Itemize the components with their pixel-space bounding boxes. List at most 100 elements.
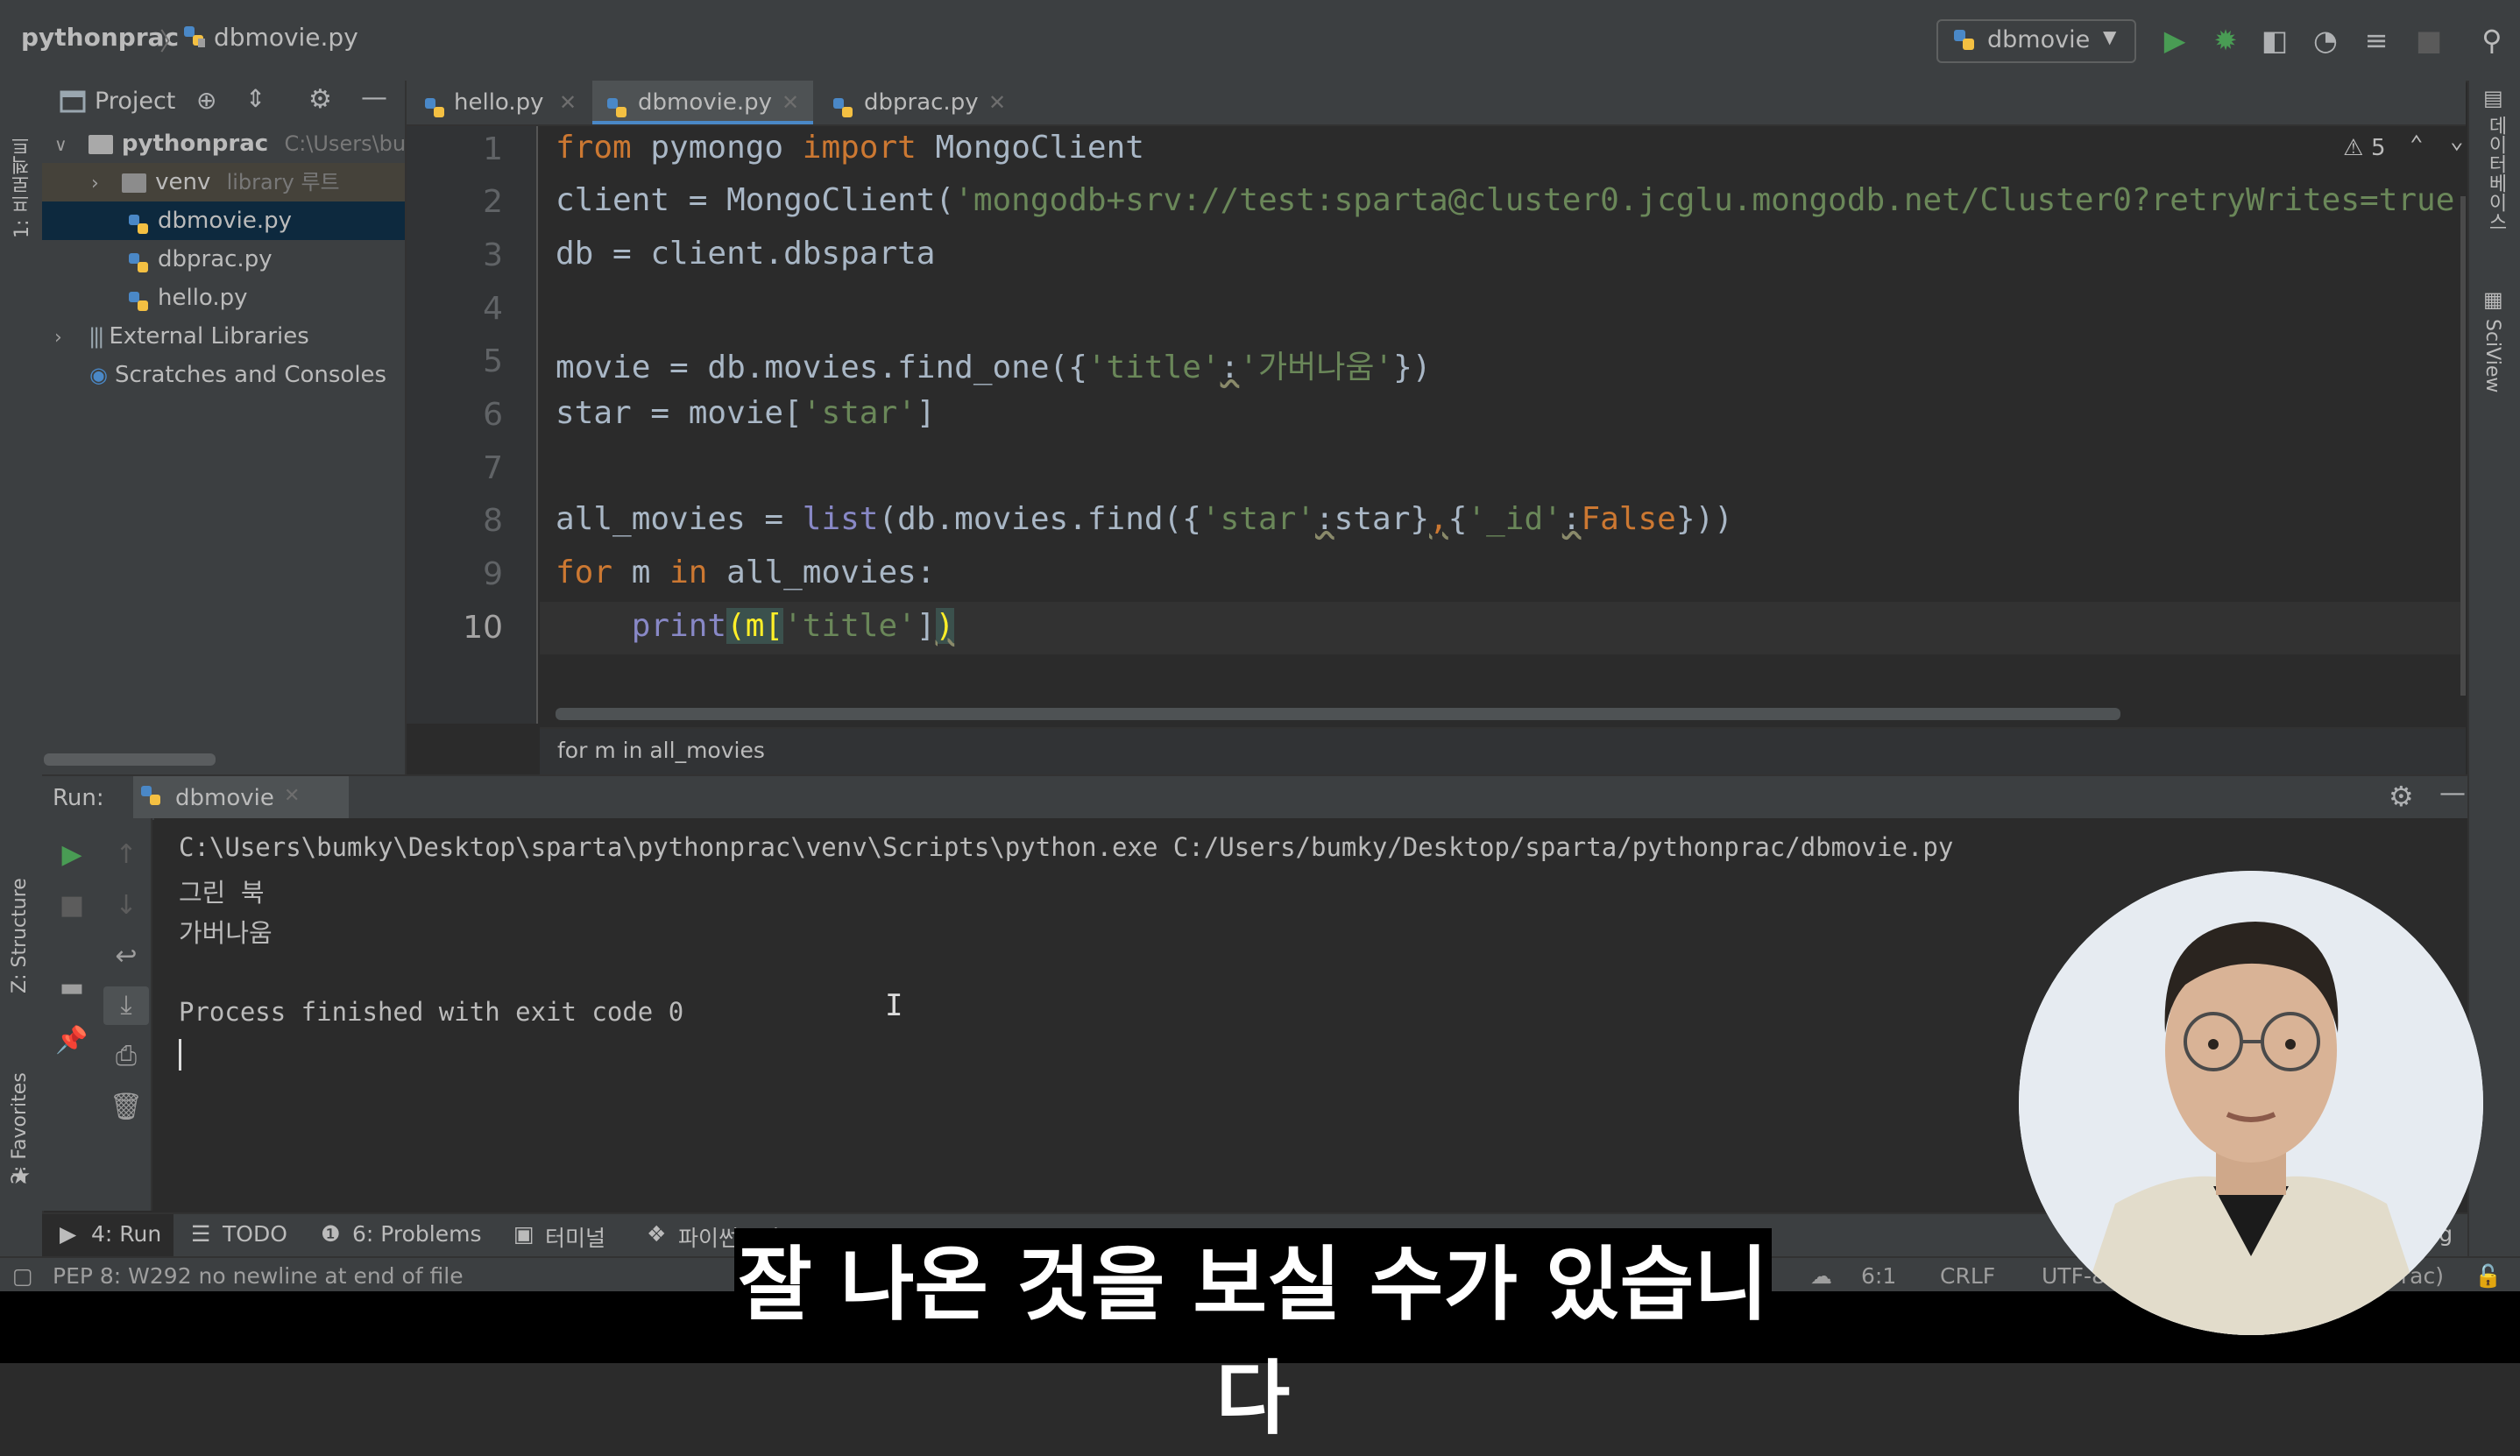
run-icon[interactable]: ▶: [2157, 23, 2192, 58]
line-number: 8: [483, 503, 503, 539]
chevron-down-icon: ∨: [54, 134, 67, 155]
python-file-icon: [128, 210, 151, 234]
tab-dbprac[interactable]: dbprac.py ✕: [815, 81, 1025, 124]
tool-window-label: TODO: [223, 1221, 287, 1247]
code-line-9: for m in all_movies:: [556, 555, 936, 590]
info-icon: ❶: [321, 1221, 341, 1247]
project-view-icon: [60, 89, 86, 120]
collapse-all-icon[interactable]: ⇕: [245, 84, 265, 113]
folder-icon: [122, 173, 147, 193]
tool-window-label: 터미널: [545, 1226, 606, 1251]
close-icon[interactable]: ✕: [284, 785, 300, 807]
line-number: 3: [483, 237, 503, 273]
sciview-icon: ▦: [2483, 287, 2503, 312]
code-editor[interactable]: from pymongo import MongoClient client =…: [540, 126, 2466, 724]
database-tool-button[interactable]: 데이터베이스: [2481, 116, 2509, 273]
tree-item-pythonprac[interactable]: ∨ pythonprac C:\Users\bu: [42, 124, 405, 163]
mouse-ibeam-icon: I: [885, 988, 903, 1023]
debug-icon[interactable]: ✹: [2208, 23, 2243, 58]
stop-icon[interactable]: ■: [53, 887, 91, 925]
project-tool-button[interactable]: 1: 프로젝트: [9, 89, 37, 238]
tab-dbmovie[interactable]: dbmovie.py ✕: [592, 81, 813, 124]
editor-tab-bar: hello.py ✕ dbmovie.py ✕ dbprac.py ✕: [407, 81, 2466, 126]
minimize-icon[interactable]: —: [361, 82, 387, 113]
trash-icon[interactable]: 🗑: [107, 1088, 145, 1127]
breadcrumb-file[interactable]: dbmovie.py: [214, 23, 358, 52]
line-number: 1: [483, 131, 503, 167]
pin-icon[interactable]: 📌: [53, 1021, 91, 1060]
stop-icon[interactable]: ■: [2411, 23, 2446, 58]
console-line: 그린 북: [179, 878, 265, 908]
coverage-icon[interactable]: ◧: [2257, 23, 2292, 58]
favorites-tool-button[interactable]: 2: Favorites: [9, 1035, 31, 1184]
horizontal-scrollbar[interactable]: [44, 753, 216, 766]
chevron-down-icon[interactable]: ⌄: [2450, 128, 2464, 154]
left-tool-strip: 1: 프로젝트 Z: Structure 2: Favorites ★: [0, 81, 44, 1256]
text-cursor: [179, 1039, 181, 1071]
status-panel-icon[interactable]: ▢: [12, 1263, 33, 1289]
video-subtitle: 잘 나온 것을 보실 수가 있습니다: [734, 1228, 1772, 1445]
tool-window-label: 6: Problems: [352, 1221, 482, 1247]
vertical-scrollbar[interactable]: [2460, 196, 2466, 696]
structure-tool-button[interactable]: Z: Structure: [9, 845, 31, 993]
horizontal-scrollbar[interactable]: [556, 708, 2120, 720]
scroll-to-end-icon[interactable]: ⤓: [103, 986, 149, 1025]
profile-icon[interactable]: ◔: [2308, 23, 2343, 58]
console-line: 가버나움: [179, 918, 273, 948]
rerun-icon[interactable]: ▶: [53, 836, 91, 874]
code-breadcrumb[interactable]: for m in all_movies: [557, 738, 765, 763]
tree-item-hello[interactable]: hello.py: [42, 279, 405, 317]
breadcrumb-project[interactable]: pythonprac: [21, 23, 179, 52]
status-message[interactable]: PEP 8: W292 no newline at end of file: [53, 1263, 464, 1289]
locate-icon[interactable]: ⊕: [196, 86, 216, 115]
tree-item-dbprac[interactable]: dbprac.py: [42, 240, 405, 279]
run-icon: ▶: [60, 1221, 77, 1247]
project-panel-title[interactable]: Project: [95, 88, 175, 115]
close-icon[interactable]: ✕: [988, 81, 1006, 124]
run-tab-dbmovie[interactable]: dbmovie ✕: [133, 776, 349, 818]
run-configuration-select[interactable]: dbmovie ▼: [1936, 19, 2136, 63]
build-icon[interactable]: ≡: [2359, 23, 2394, 58]
gutter-divider: [536, 126, 538, 724]
code-line-3: db = client.dbsparta: [556, 236, 936, 272]
tool-window-todo[interactable]: ☰ TODO: [191, 1214, 331, 1258]
tool-window-problems[interactable]: ❶ 6: Problems: [321, 1214, 513, 1258]
breadcrumb-separator-icon: 〉: [159, 27, 185, 56]
line-number-gutter: 1 2 3 4 5 6 7 8 9 10: [407, 126, 538, 724]
tree-item-external-libraries[interactable]: › ||| External Libraries: [42, 317, 405, 356]
tree-item-scratches[interactable]: ◉ Scratches and Consoles: [42, 356, 405, 394]
warning-count: 5: [2371, 135, 2386, 161]
up-arrow-icon[interactable]: ↑: [107, 836, 145, 874]
chevron-up-icon[interactable]: ⌃: [2410, 131, 2424, 158]
gear-icon[interactable]: ⚙: [308, 84, 332, 115]
tree-item-venv[interactable]: › venv library 루트: [42, 163, 405, 201]
warning-icon[interactable]: ⚠: [2343, 135, 2363, 161]
run-panel-label: Run:: [53, 785, 104, 811]
close-icon[interactable]: ✕: [559, 81, 577, 124]
toolbar-divider: [151, 818, 152, 1211]
tab-hello[interactable]: hello.py ✕: [410, 81, 591, 124]
star-icon: ★: [11, 1163, 32, 1190]
tree-item-dbmovie[interactable]: dbmovie.py: [42, 201, 405, 240]
line-number-current: 10: [463, 610, 503, 646]
minimize-icon[interactable]: —: [2439, 778, 2466, 809]
print-icon[interactable]: ⎙: [107, 1037, 145, 1076]
line-number: 2: [483, 184, 503, 220]
gear-icon[interactable]: ⚙: [2389, 780, 2414, 813]
sciview-tool-button[interactable]: SciView: [2481, 319, 2503, 424]
line-separator[interactable]: CRLF: [1940, 1263, 1995, 1289]
close-icon[interactable]: ✕: [782, 81, 799, 124]
tab-label: dbmovie.py: [638, 89, 773, 116]
tool-window-run[interactable]: ▶ 4: Run: [42, 1214, 173, 1258]
tool-window-terminal[interactable]: ▣ 터미널: [513, 1214, 645, 1258]
down-arrow-icon[interactable]: ↓: [107, 887, 145, 925]
layout-icon[interactable]: ▬: [53, 969, 91, 1007]
soft-wrap-icon[interactable]: ↩: [107, 937, 145, 976]
search-icon[interactable]: ⚲: [2474, 23, 2509, 58]
run-config-label: dbmovie: [1987, 26, 2091, 53]
caret-position[interactable]: 6:1: [1861, 1263, 1896, 1289]
console-line: C:\Users\bumky\Desktop\sparta\pythonprac…: [179, 832, 1954, 862]
line-number: 9: [483, 556, 503, 592]
python-config-icon: [1952, 28, 1977, 59]
library-icon: |||: [88, 324, 104, 349]
